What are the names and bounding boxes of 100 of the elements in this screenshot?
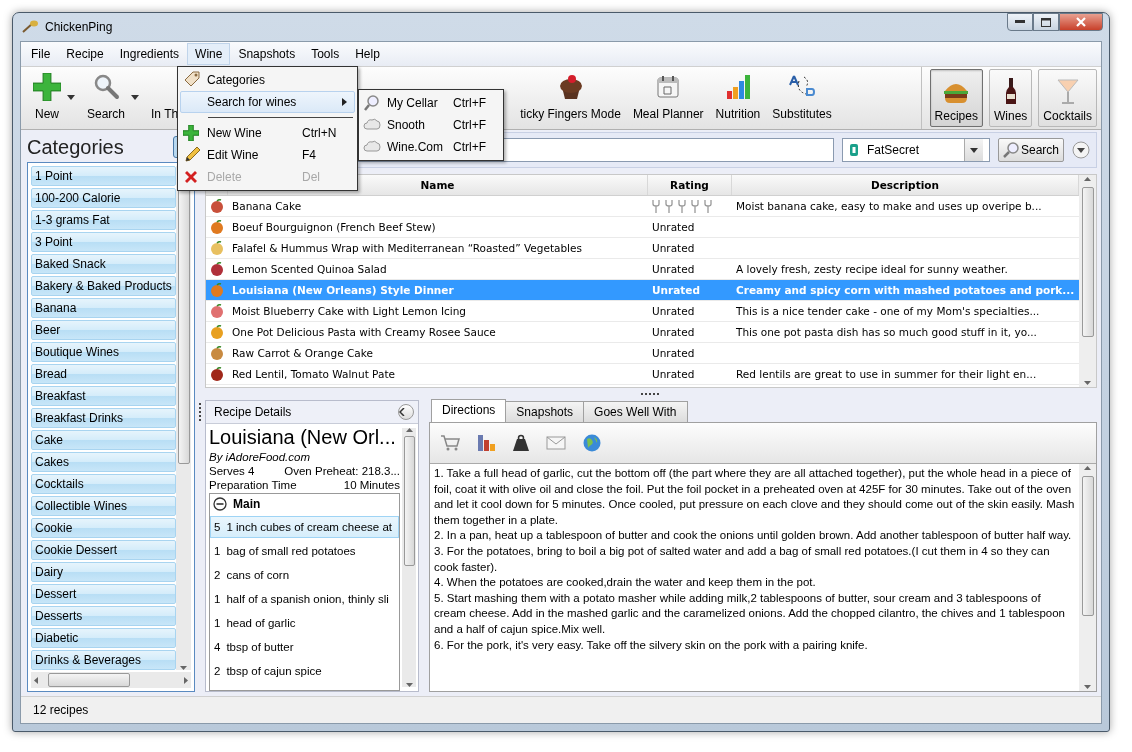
table-cell-text: This one pot pasta dish has so much good stuff in it, yo... [735,326,1038,338]
category-item[interactable]: Drinks & Beverages [31,650,176,670]
collapse-icon [213,497,227,511]
menu-item[interactable]: Tools [303,43,348,65]
group-toggle[interactable] [213,497,227,511]
category-item[interactable]: Dessert [31,584,176,604]
category-item[interactable]: Collectible Wines [31,496,176,516]
table-row[interactable]: Banana Cake Moist banana cake, easy to make and uses up overipe b... [206,196,1079,217]
menu-item[interactable]: Snapshots [230,43,304,65]
menu-item[interactable]: My Cellar Ctrl+F [361,92,501,114]
toolbar-button[interactable]: Substitutes [766,73,838,121]
panel-title: Categories [27,135,124,159]
menu-item[interactable]: File [23,43,59,65]
table-cell-text: Unrated [651,305,696,317]
search-button[interactable]: Search [997,138,1064,162]
menu-item[interactable]: Help [347,43,388,65]
menu-item[interactable]: Recipe [58,43,112,65]
table-row[interactable]: Boeuf Bourguignon (French Beef Stew) Unrated [206,217,1079,238]
scrollbar[interactable] [1079,175,1096,387]
serves-label: Serves 4 [209,465,255,477]
source-dropdown[interactable]: FatSecret [841,138,990,162]
toolbar-button[interactable]: Search [81,73,146,121]
scrollbar[interactable] [402,428,416,687]
close-button[interactable] [1059,13,1103,31]
toolbar-button[interactable]: ticky Fingers Mode [514,73,627,121]
category-item[interactable]: Boutique Wines [31,342,176,362]
scrollbar[interactable] [1079,464,1096,691]
tab[interactable]: Snapshots [505,401,585,422]
category-item[interactable]: Bread [31,364,176,384]
category-item[interactable]: Breakfast [31,386,176,406]
maximize-button[interactable] [1033,13,1059,31]
category-item[interactable]: Baked Snack [31,254,176,274]
category-item[interactable]: Cookie [31,518,176,538]
mode-button[interactable]: Cocktails [1038,69,1097,127]
table-cell-text: Unrated [651,326,696,338]
toolbar-button[interactable]: Nutrition [709,73,767,121]
menu-item[interactable]: Wine.Com Ctrl+F [361,136,501,158]
ingredient-row[interactable]: 1 head of garlic [210,612,399,634]
table-cell-text: Raw Carrot & Orange Cake [231,347,374,359]
table-cell-text: Moist Blueberry Cake with Light Lemon Icing [231,305,467,317]
menu-item[interactable]: New Wine Ctrl+N [180,122,355,144]
category-item[interactable]: Dairy [31,562,176,582]
table-cell-text: Falafel & Hummus Wrap with Mediterranean “Roasted” Vegetables [231,242,583,254]
tab[interactable]: Goes Well With [583,401,688,422]
ingredient-row[interactable]: 1 half of a spanish onion, thinly sli [210,588,399,610]
dropdown-caret-icon [67,95,75,100]
ingredient-row[interactable]: 2 tbsp of cajun spice [210,660,399,682]
category-item[interactable]: Bakery & Baked Products [31,276,176,296]
collapse-button[interactable] [398,404,414,420]
ingredient-row[interactable]: 1 bag of small red potatoes [210,540,399,562]
toolbar-button[interactable]: New [27,73,81,121]
ingredient-row[interactable]: 4 tbsp of butter [210,636,399,658]
menu-item[interactable]: Ingredients [111,43,188,65]
minimize-button[interactable] [1007,13,1033,31]
category-item[interactable]: Cocktails [31,474,176,494]
category-item[interactable]: Desserts [31,606,176,626]
table-cell-text: Unrated [651,284,701,296]
table-cell-text: Unrated [651,221,696,233]
scrollbar[interactable] [176,166,191,670]
table-row[interactable]: Red Lentil, Tomato Walnut Pate Unrated Red lentils are great to use in summer for their light en... [206,364,1079,385]
search-icon [92,73,120,101]
category-item[interactable]: Cakes [31,452,176,472]
table-row[interactable]: Falafel & Hummus Wrap with Mediterranean “Roasted” Vegetables Unrated [206,238,1079,259]
category-item[interactable]: 1 Point [31,166,176,186]
table-row[interactable]: Raw Carrot & Orange Cake Unrated [206,343,1079,364]
menu-item[interactable]: Edit Wine F4 [180,144,355,166]
ingredient-row[interactable]: 2 cans of corn [210,564,399,586]
chevron-left-icon [399,408,405,416]
mode-button[interactable]: Recipes [929,69,983,127]
tab[interactable]: Directions [431,399,507,422]
category-item[interactable]: Breakfast Drinks [31,408,176,428]
bar-chart-icon [476,433,496,453]
minimize-icon [1015,20,1025,24]
table-row[interactable]: Moist Blueberry Cake with Light Lemon Icing Unrated This is a nice tender cake - one of my Mom's specialties... [206,301,1079,322]
cloud-icon [363,117,381,133]
plus-icon [183,125,199,141]
category-item[interactable]: 3 Point [31,232,176,252]
menu-item[interactable]: Search for wines [180,91,355,113]
category-item[interactable]: Beer [31,320,176,340]
ingredient-row[interactable]: 5 1 inch cubes of cream cheese at [210,516,399,538]
search-icon [363,94,381,112]
horizontal-scrollbar[interactable] [31,672,191,688]
fork-icon [652,199,660,213]
category-item[interactable]: Cake [31,430,176,450]
category-item[interactable]: Diabetic [31,628,176,648]
prep-time-label: Preparation Time [209,479,297,491]
cloud-icon [363,139,381,155]
category-item[interactable]: Banana [31,298,176,318]
category-item[interactable]: Cookie Dessert [31,540,176,560]
app-logo-icon [21,20,39,34]
fork-icon [678,199,686,213]
table-row[interactable]: One Pot Delicious Pasta with Creamy Rosee Sauce Unrated This one pot pasta dish has so much good stuff in it, yo... [206,322,1079,343]
menu-item[interactable]: Snooth Ctrl+F [361,114,501,136]
category-item[interactable]: 100-200 Calorie [31,188,176,208]
category-item[interactable]: 1-3 grams Fat [31,210,176,230]
table-cell-text: Red Lentil, Tomato Walnut Pate [231,368,396,380]
toolbar-button[interactable]: Meal Planner [626,73,710,121]
mode-button[interactable]: Wines [988,69,1033,127]
column-header[interactable]: Rating [648,175,732,195]
menu-item[interactable]: Wine [187,43,231,65]
